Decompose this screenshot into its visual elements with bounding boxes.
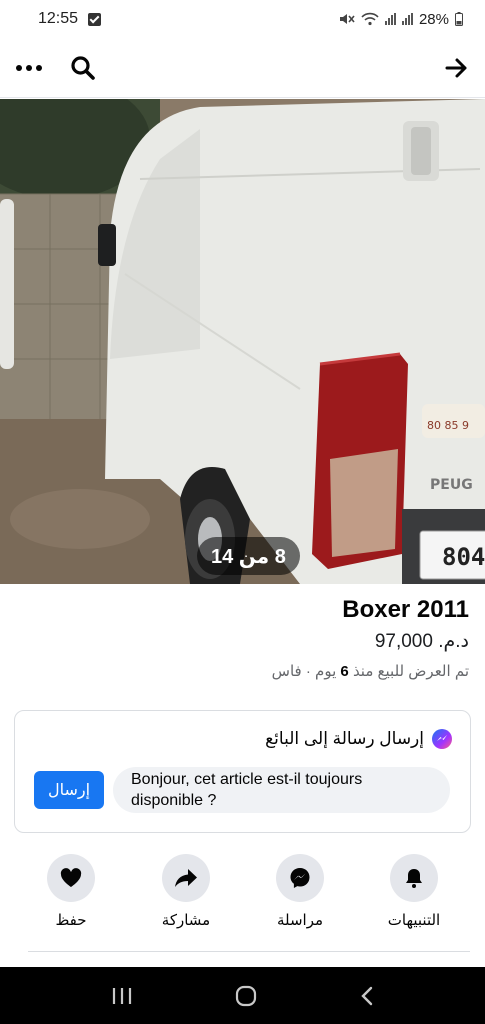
- listing-meta: تم العرض للبيع منذ 6 يوم · فاس: [16, 662, 469, 680]
- battery-percent: 28%: [418, 10, 449, 28]
- forward-arrow-icon[interactable]: [445, 57, 469, 79]
- home-icon[interactable]: [234, 984, 258, 1008]
- back-icon[interactable]: [359, 985, 375, 1007]
- message-input[interactable]: Bonjour, cet article est-il toujours dis…: [113, 767, 450, 813]
- divider: [28, 951, 470, 952]
- signal-icon: [384, 13, 396, 25]
- mute-icon: [339, 14, 355, 24]
- meta-suffix: يوم · فاس: [271, 663, 337, 680]
- share-icon: [162, 854, 210, 902]
- notification-check-icon: [88, 12, 102, 26]
- share-button[interactable]: مشاركة: [131, 854, 241, 929]
- recent-apps-icon[interactable]: [111, 986, 133, 1006]
- battery-icon: [455, 12, 463, 26]
- system-nav-bar: [0, 967, 485, 1024]
- message-heading-row: إرسال رسالة إلى البائع: [265, 729, 452, 749]
- heart-icon: [47, 854, 95, 902]
- brand-badge: PEUG: [430, 477, 473, 493]
- save-button[interactable]: حفظ: [16, 854, 126, 929]
- message-button[interactable]: مراسلة: [245, 854, 355, 929]
- message-label: مراسلة: [276, 912, 324, 929]
- bell-icon: [390, 854, 438, 902]
- listing-photo[interactable]: 80 85 9 PEUG 8045: [0, 99, 485, 584]
- save-label: حفظ: [55, 912, 87, 929]
- more-options-icon[interactable]: [16, 59, 42, 77]
- top-bar: [0, 38, 485, 98]
- messenger-outline-icon: [276, 854, 324, 902]
- listing-info: Boxer 2011 د.م. 97,000 تم العرض للبيع من…: [16, 596, 469, 680]
- license-plate: 8045: [442, 543, 485, 571]
- alerts-label: التنبيهات: [387, 912, 441, 929]
- status-time: 12:55: [38, 10, 79, 27]
- speed-sticker: 80 85 9: [427, 419, 469, 432]
- message-seller-card: إرسال رسالة إلى البائع Bonjour, cet arti…: [14, 710, 471, 833]
- alerts-button[interactable]: التنبيهات: [359, 854, 469, 929]
- meta-days: 6: [340, 663, 349, 680]
- signal-icon-2: [401, 13, 413, 25]
- meta-prefix: تم العرض للبيع منذ: [352, 663, 469, 680]
- message-heading: إرسال رسالة إلى البائع: [265, 729, 424, 748]
- wifi-icon: [361, 12, 379, 26]
- photo-counter: 8 من 14: [197, 537, 300, 575]
- send-button[interactable]: إرسال: [34, 771, 104, 809]
- messenger-icon: [432, 729, 452, 749]
- status-bar: 12:55 28%: [0, 0, 485, 38]
- share-label: مشاركة: [161, 912, 211, 929]
- action-bar: التنبيهات مراسلة مشاركة حفظ: [0, 854, 485, 950]
- listing-title: Boxer 2011: [342, 596, 469, 623]
- search-icon[interactable]: [70, 55, 96, 81]
- listing-price: د.م. 97,000: [374, 631, 469, 652]
